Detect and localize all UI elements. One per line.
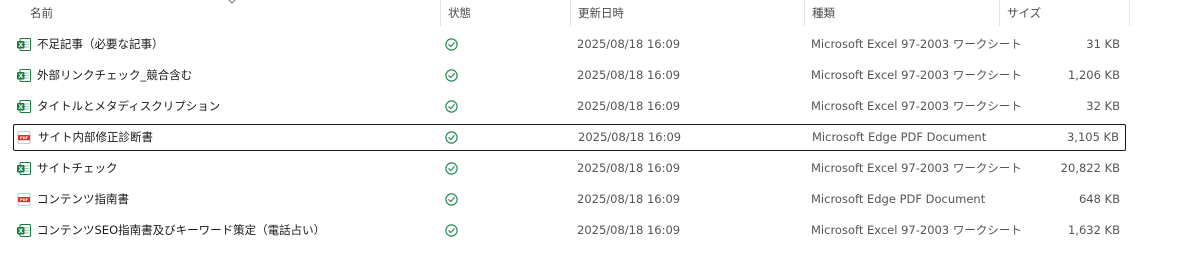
svg-text:PDF: PDF <box>20 136 29 140</box>
column-divider[interactable] <box>804 0 805 26</box>
excel-file-icon: X <box>17 38 31 51</box>
excel-file-icon: X <box>17 69 31 82</box>
file-row[interactable]: X タイトルとメタディスクリプション 2025/08/18 16:09 Microso… <box>13 93 1126 120</box>
file-size: 32 KB <box>1086 99 1120 113</box>
file-size: 20,822 KB <box>1060 161 1120 175</box>
svg-text:PDF: PDF <box>20 198 29 202</box>
file-modified-date: 2025/08/18 16:09 <box>577 99 681 113</box>
column-header-size[interactable]: サイズ <box>1007 0 1041 26</box>
file-size: 1,632 KB <box>1067 223 1120 237</box>
file-type: Microsoft Edge PDF Document <box>811 192 986 206</box>
sync-status-check-icon <box>445 193 458 206</box>
file-name[interactable]: 不足記事（必要な記事） <box>37 31 437 58</box>
file-row[interactable]: X サイトチェック 2025/08/18 16:09 Microsoft Excel … <box>13 155 1126 182</box>
sync-status-check-icon <box>445 162 458 175</box>
file-name[interactable]: タイトルとメタディスクリプション <box>37 93 437 120</box>
svg-text:X: X <box>18 104 23 111</box>
column-header-type[interactable]: 種類 <box>812 0 835 26</box>
pdf-file-icon: PDF <box>17 193 31 206</box>
file-type: Microsoft Excel 97-2003 ワークシート <box>811 68 1022 82</box>
file-size: 648 KB <box>1078 192 1120 206</box>
file-type: Microsoft Edge PDF Document <box>812 130 987 144</box>
svg-text:X: X <box>18 228 23 235</box>
column-divider[interactable] <box>999 0 1000 26</box>
column-header-status[interactable]: 状態 <box>448 0 471 26</box>
file-name[interactable]: 外部リンクチェック_競合含む <box>37 62 437 89</box>
column-header-row: 名前 状態 更新日時 種類 サイズ <box>0 0 1186 28</box>
column-header-date[interactable]: 更新日時 <box>578 0 624 26</box>
sort-chevron-down-icon[interactable] <box>227 0 237 5</box>
file-size: 1,206 KB <box>1067 68 1120 82</box>
sync-status-check-icon <box>445 38 458 51</box>
excel-file-icon: X <box>17 162 31 175</box>
file-name[interactable]: コンテンツSEO指南書及びキーワード策定（電話占い） <box>37 217 437 244</box>
file-row[interactable]: PDF サイト内部修正診断書 2025/08/18 16:09 Microsoft E… <box>13 124 1126 151</box>
file-name[interactable]: サイトチェック <box>37 155 437 182</box>
file-type: Microsoft Excel 97-2003 ワークシート <box>811 99 1022 113</box>
excel-file-icon: X <box>17 100 31 113</box>
svg-text:X: X <box>18 73 23 80</box>
column-divider[interactable] <box>440 0 441 26</box>
file-modified-date: 2025/08/18 16:09 <box>577 192 681 206</box>
file-type: Microsoft Excel 97-2003 ワークシート <box>811 161 1022 175</box>
file-modified-date: 2025/08/18 16:09 <box>577 223 681 237</box>
column-divider[interactable] <box>1129 0 1130 26</box>
column-header-name[interactable]: 名前 <box>30 0 53 26</box>
file-name[interactable]: コンテンツ指南書 <box>37 186 437 213</box>
file-row[interactable]: X 不足記事（必要な記事） 2025/08/18 16:09 Microsoft Ex… <box>13 31 1126 58</box>
svg-text:X: X <box>18 166 23 173</box>
svg-text:X: X <box>18 42 23 49</box>
file-size: 31 KB <box>1086 37 1120 51</box>
column-divider[interactable] <box>570 0 571 26</box>
sync-status-check-icon <box>445 69 458 82</box>
file-name[interactable]: サイト内部修正診断書 <box>38 124 438 151</box>
pdf-file-icon: PDF <box>17 131 31 144</box>
sync-status-check-icon <box>445 100 458 113</box>
file-size: 3,105 KB <box>1066 130 1119 144</box>
file-row[interactable]: PDF コンテンツ指南書 2025/08/18 16:09 Microsoft Edg… <box>13 186 1126 213</box>
sync-status-check-icon <box>445 224 458 237</box>
file-modified-date: 2025/08/18 16:09 <box>577 37 681 51</box>
file-modified-date: 2025/08/18 16:09 <box>578 130 682 144</box>
file-type: Microsoft Excel 97-2003 ワークシート <box>811 37 1022 51</box>
sync-status-check-icon <box>445 131 458 144</box>
file-type: Microsoft Excel 97-2003 ワークシート <box>811 223 1022 237</box>
file-modified-date: 2025/08/18 16:09 <box>577 68 681 82</box>
file-explorer-list: 名前 状態 更新日時 種類 サイズ X 不足記事（必要な記事） 2025/08/18… <box>0 0 1186 276</box>
excel-file-icon: X <box>17 224 31 237</box>
file-row[interactable]: X コンテンツSEO指南書及びキーワード策定（電話占い） 2025/08/18 16… <box>13 217 1126 244</box>
file-modified-date: 2025/08/18 16:09 <box>577 161 681 175</box>
file-row[interactable]: X 外部リンクチェック_競合含む 2025/08/18 16:09 Microsoft… <box>13 62 1126 89</box>
